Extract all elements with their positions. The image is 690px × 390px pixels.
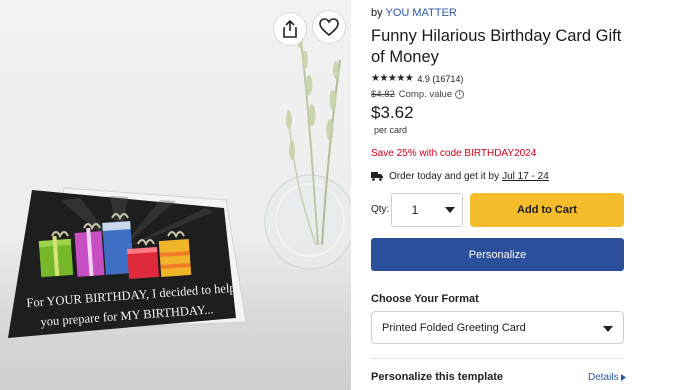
divider: [371, 358, 624, 359]
chevron-right-icon: [620, 374, 626, 381]
seller-link[interactable]: YOU MATTER: [385, 7, 456, 19]
template-section-title: Personalize this template: [371, 371, 504, 383]
qty-label: Qty:: [371, 204, 390, 215]
details-link[interactable]: Details: [588, 372, 626, 383]
share-button[interactable]: [273, 12, 307, 46]
price: $3.62: [371, 103, 414, 122]
seller-byline: by YOU MATTER: [371, 7, 457, 19]
details-label: Details: [588, 372, 619, 383]
caret-down-icon: [438, 207, 462, 213]
byline-prefix: by: [371, 7, 383, 19]
add-to-cart-button[interactable]: Add to Cart: [470, 193, 624, 227]
compare-price: $4.82: [371, 89, 395, 100]
quantity-select[interactable]: 1: [391, 193, 463, 227]
caret-down-icon: [603, 319, 613, 337]
product-image[interactable]: For YOUR BIRTHDAY, I decided to help you…: [0, 0, 351, 390]
promo-text: Save 25% with code BIRTHDAY2024: [371, 148, 537, 159]
compare-label: Comp. value: [398, 89, 453, 100]
format-value: Printed Folded Greeting Card: [382, 321, 526, 334]
quantity-value: 1: [411, 203, 419, 217]
heart-icon: [319, 18, 339, 36]
star-rating: ★★★★★: [371, 73, 414, 84]
shipping-text: Order today and get it by: [389, 171, 500, 182]
price-unit: per card: [374, 125, 408, 135]
product-title: Funny Hilarious Birthday Card Gift of Mo…: [371, 27, 622, 66]
truck-icon: [371, 172, 383, 181]
compare-value-row: $4.82 Comp. value i: [371, 89, 465, 100]
favorite-button[interactable]: [312, 10, 346, 44]
card-scene: [8, 29, 351, 338]
review-count: (16714): [432, 73, 464, 84]
personalize-button[interactable]: Personalize: [371, 238, 624, 271]
rating-row[interactable]: ★★★★★ 4.9 (16714): [371, 73, 463, 84]
rating-value: 4.9: [417, 73, 430, 84]
format-label: Choose Your Format: [371, 293, 479, 305]
format-select[interactable]: Printed Folded Greeting Card: [371, 311, 624, 344]
info-icon[interactable]: i: [455, 90, 465, 99]
shipping-row: Order today and get it by Jul 17 - 24: [371, 171, 549, 182]
shipping-dates-link[interactable]: Jul 17 - 24: [502, 171, 549, 182]
share-icon: [283, 20, 297, 38]
